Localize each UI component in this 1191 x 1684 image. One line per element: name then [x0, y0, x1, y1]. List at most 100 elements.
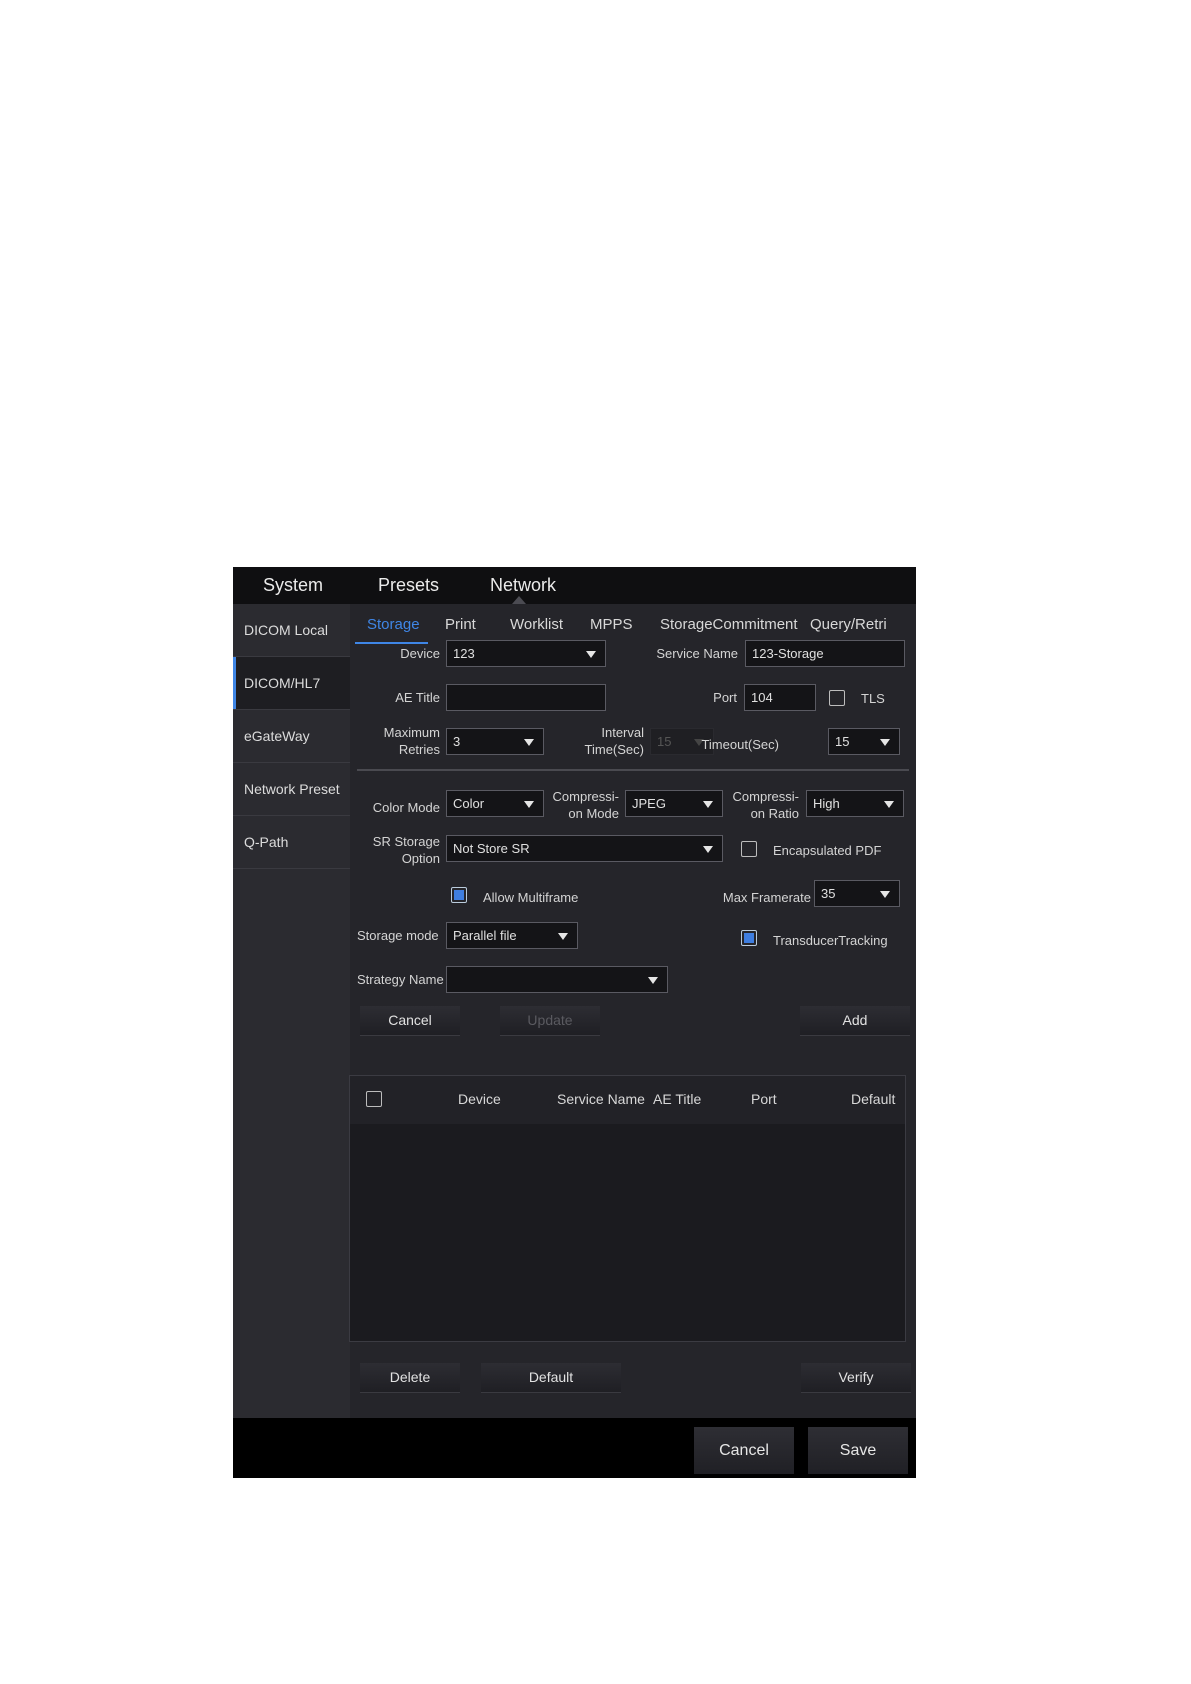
- timeout-label: Timeout(Sec): [701, 737, 779, 752]
- sidebar-item-label: DICOM Local: [244, 622, 329, 638]
- interval-time-value: 15: [657, 734, 672, 749]
- divider: [233, 868, 350, 869]
- sidebar-item-label: eGateWay: [244, 728, 310, 744]
- timeout-value: 15: [835, 734, 850, 749]
- sidebar-item-egateway[interactable]: eGateWay: [233, 710, 350, 762]
- service-name-value: 123-Storage: [752, 646, 824, 661]
- chevron-down-icon: [648, 977, 658, 984]
- active-tab-caret-icon: [512, 596, 526, 604]
- tab-presets[interactable]: Presets: [378, 575, 439, 596]
- column-default[interactable]: Default: [851, 1091, 895, 1107]
- sr-storage-label: SR Storage Option: [373, 833, 440, 867]
- cancel-button[interactable]: Cancel: [694, 1427, 794, 1474]
- device-value: 123: [453, 646, 475, 661]
- chevron-down-icon: [884, 801, 894, 808]
- tls-checkbox[interactable]: [829, 690, 845, 706]
- color-mode-label: Color Mode: [372, 800, 440, 815]
- sidebar-item-label: Network Preset: [244, 781, 340, 797]
- tab-system[interactable]: System: [263, 575, 323, 596]
- sidebar-item-q-path[interactable]: Q-Path: [233, 816, 350, 868]
- set-default-button[interactable]: Default: [481, 1363, 621, 1392]
- column-port[interactable]: Port: [751, 1091, 777, 1107]
- transducer-tracking-label: TransducerTracking: [773, 933, 888, 948]
- compression-mode-label: Compressi-on Mode: [553, 788, 619, 822]
- interval-time-label: Interval Time(Sec): [585, 724, 644, 758]
- label-line: Option: [401, 851, 440, 866]
- storage-mode-label: Storage mode: [357, 928, 439, 943]
- storage-mode-value: Parallel file: [453, 928, 517, 943]
- service-name-field[interactable]: 123-Storage: [745, 640, 905, 667]
- verify-button[interactable]: Verify: [801, 1363, 911, 1392]
- sidebar-item-label: Q-Path: [244, 834, 289, 850]
- max-retries-value: 3: [453, 734, 461, 749]
- transducer-tracking-checkbox[interactable]: [741, 930, 757, 946]
- table-header: Device Service Name AE Title Port Defaul…: [350, 1076, 905, 1124]
- cancel-edit-button[interactable]: Cancel: [360, 1006, 460, 1035]
- sidebar-item-dicom-local[interactable]: DICOM Local: [233, 604, 350, 656]
- update-button: Update: [500, 1006, 600, 1035]
- allow-multiframe-checkbox[interactable]: [451, 887, 467, 903]
- chevron-down-icon: [586, 651, 596, 658]
- max-retries-select[interactable]: 3: [446, 728, 544, 755]
- compression-mode-value: JPEG: [632, 796, 666, 811]
- chevron-down-icon: [703, 846, 713, 853]
- ae-title-label: AE Title: [395, 690, 440, 705]
- encapsulated-pdf-label: Encapsulated PDF: [773, 843, 882, 858]
- label-line: on Ratio: [750, 806, 799, 821]
- tls-label: TLS: [861, 691, 885, 706]
- add-button[interactable]: Add: [800, 1006, 910, 1035]
- subtab-query-retrieve[interactable]: Query/Retri: [810, 616, 887, 633]
- compression-ratio-label: Compressi-on Ratio: [733, 788, 799, 822]
- chevron-down-icon: [880, 891, 890, 898]
- subtab-print[interactable]: Print: [445, 616, 476, 633]
- chevron-down-icon: [558, 933, 568, 940]
- port-field[interactable]: 104: [744, 684, 816, 711]
- label-line: Maximum: [383, 725, 440, 740]
- tab-network[interactable]: Network: [490, 575, 556, 596]
- sidebar-item-label: DICOM/HL7: [244, 675, 321, 691]
- color-mode-select[interactable]: Color: [446, 790, 544, 817]
- active-subtab-indicator: [355, 642, 428, 644]
- column-device[interactable]: Device: [458, 1091, 501, 1107]
- strategy-name-select[interactable]: [446, 966, 668, 993]
- top-nav: System Presets Network: [233, 567, 916, 604]
- device-label: Device: [400, 646, 440, 661]
- column-ae-title[interactable]: AE Title: [653, 1091, 701, 1107]
- subtab-storage[interactable]: Storage: [367, 616, 420, 633]
- save-button[interactable]: Save: [808, 1427, 908, 1474]
- chevron-down-icon: [524, 801, 534, 808]
- max-framerate-label: Max Framerate: [722, 890, 811, 905]
- label-line: Interval: [601, 725, 644, 740]
- compression-ratio-select[interactable]: High: [806, 790, 904, 817]
- section-divider: [357, 769, 909, 771]
- delete-button[interactable]: Delete: [360, 1363, 460, 1392]
- compression-ratio-value: High: [813, 796, 840, 811]
- column-service-name[interactable]: Service Name: [557, 1091, 645, 1107]
- ae-title-field[interactable]: [446, 684, 606, 711]
- strategy-name-label: Strategy Name: [357, 972, 444, 987]
- color-mode-value: Color: [453, 796, 485, 811]
- label-line: Compressi-: [732, 789, 799, 804]
- storage-mode-select[interactable]: Parallel file: [446, 922, 578, 949]
- select-all-checkbox[interactable]: [366, 1091, 382, 1107]
- device-select[interactable]: 123: [446, 640, 606, 667]
- encapsulated-pdf-checkbox[interactable]: [741, 841, 757, 857]
- sidebar-item-network-preset[interactable]: Network Preset: [233, 763, 350, 815]
- subtab-storage-commitment[interactable]: StorageCommitment: [660, 616, 798, 633]
- service-name-label: Service Name: [656, 646, 738, 661]
- compression-mode-select[interactable]: JPEG: [625, 790, 723, 817]
- port-value: 104: [751, 690, 773, 705]
- label-line: SR Storage: [372, 834, 440, 849]
- sr-storage-select[interactable]: Not Store SR: [446, 835, 723, 862]
- sidebar-item-dicom-hl7[interactable]: DICOM/HL7: [233, 657, 350, 709]
- subtab-mpps[interactable]: MPPS: [590, 616, 633, 633]
- chevron-down-icon: [703, 801, 713, 808]
- allow-multiframe-label: Allow Multiframe: [483, 890, 579, 905]
- footer-bar: Cancel Save: [233, 1418, 916, 1478]
- max-framerate-select[interactable]: 35: [814, 880, 900, 907]
- port-label: Port: [713, 690, 737, 705]
- subtab-worklist[interactable]: Worklist: [510, 616, 563, 633]
- dicom-setup-window: System Presets Network DICOM Local DICOM…: [233, 567, 916, 1478]
- timeout-select[interactable]: 15: [828, 728, 900, 755]
- label-line: Retries: [398, 742, 440, 757]
